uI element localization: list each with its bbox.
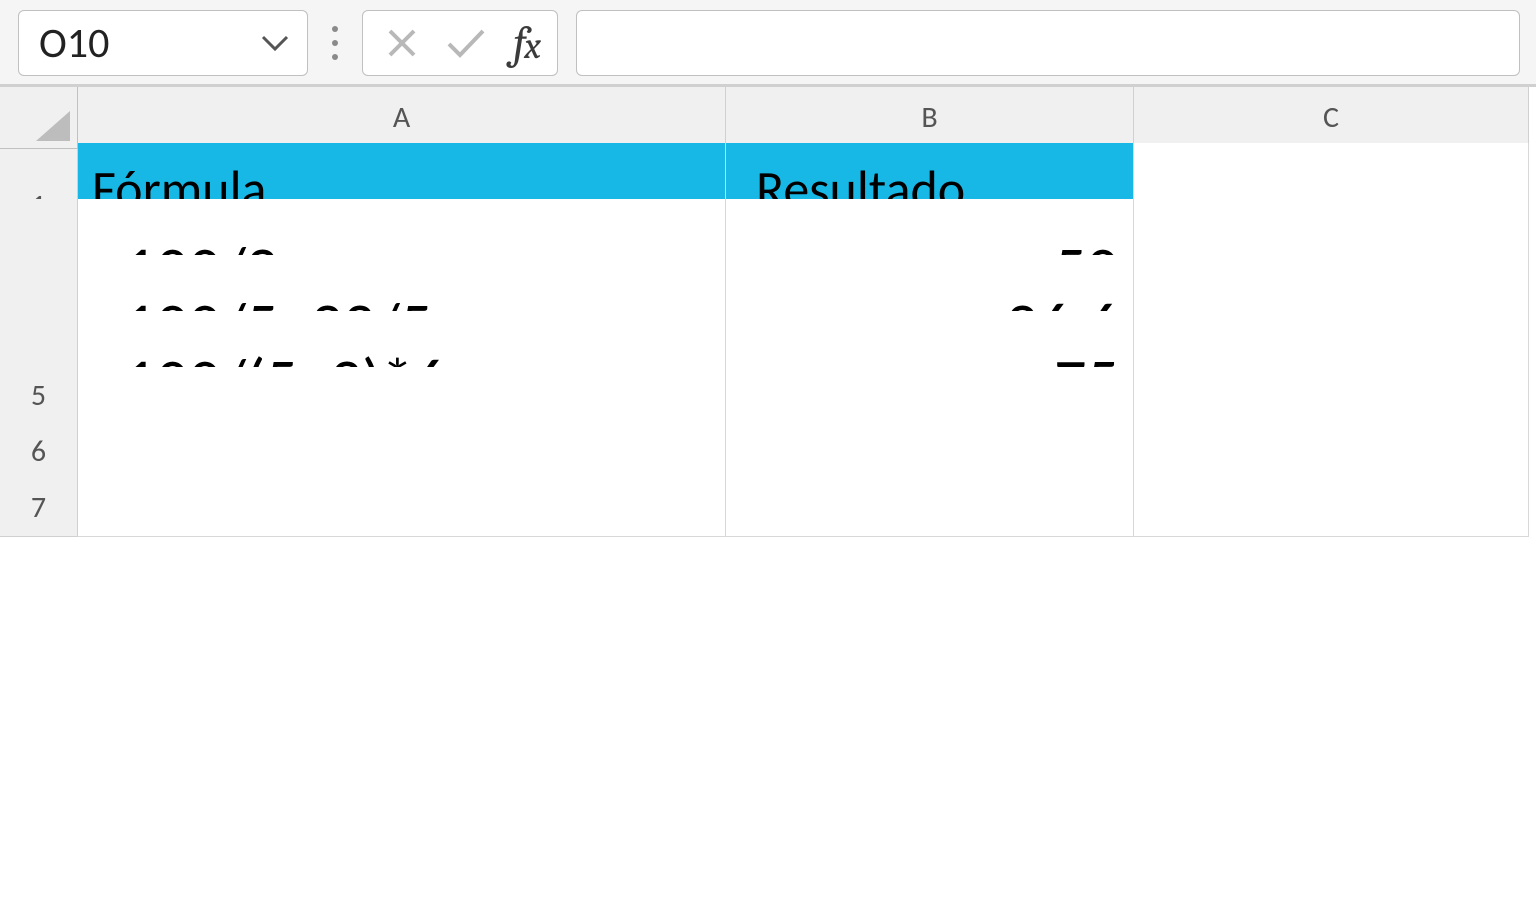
- cell-B6[interactable]: [726, 423, 1134, 481]
- select-all-corner[interactable]: [0, 87, 78, 149]
- cell-C7[interactable]: [1134, 479, 1529, 537]
- row-header-5[interactable]: 5: [0, 367, 78, 425]
- cell-B5[interactable]: [726, 367, 1134, 425]
- cell-A7[interactable]: [78, 479, 726, 537]
- confirm-icon[interactable]: [445, 26, 487, 60]
- col-header-A[interactable]: A: [78, 87, 726, 149]
- cell-B7[interactable]: [726, 479, 1134, 537]
- chevron-down-icon[interactable]: [261, 34, 289, 52]
- cell-A6[interactable]: [78, 423, 726, 481]
- name-box[interactable]: O10: [18, 10, 308, 76]
- separator-icon: [326, 26, 344, 60]
- fx-icon[interactable]: fx: [513, 17, 539, 70]
- formula-input[interactable]: [576, 10, 1520, 76]
- row-header-7[interactable]: 7: [0, 479, 78, 537]
- spreadsheet-grid: A B C 1 Fórmula Resultado 2 =100/2 50 3 …: [0, 87, 1536, 535]
- cancel-icon[interactable]: [385, 26, 419, 60]
- name-box-value: O10: [39, 18, 109, 69]
- col-header-B[interactable]: B: [726, 87, 1134, 149]
- formula-controls: fx: [362, 10, 558, 76]
- formula-bar: O10 fx: [0, 0, 1536, 87]
- cell-A5[interactable]: [78, 367, 726, 425]
- cell-C5[interactable]: [1134, 367, 1529, 425]
- col-header-C[interactable]: C: [1134, 87, 1529, 149]
- cell-C6[interactable]: [1134, 423, 1529, 481]
- row-header-6[interactable]: 6: [0, 423, 78, 481]
